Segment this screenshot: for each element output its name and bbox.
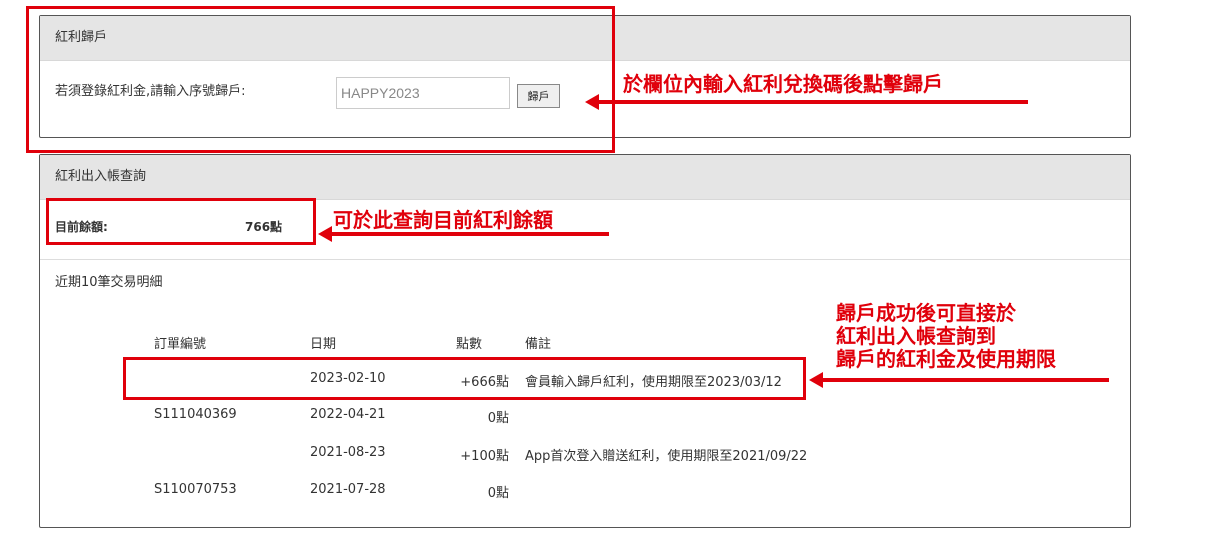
row-note: App首次登入贈送紅利，使用期限至2021/09/22	[525, 449, 808, 464]
ledger-tip-arrow-icon	[809, 372, 823, 388]
column-header-date: 日期	[310, 337, 337, 352]
row-points: +100點	[460, 449, 509, 464]
balance-tip-underline	[332, 232, 609, 236]
redeem-tip-arrow-icon	[585, 94, 599, 110]
balance-highlight-box	[46, 198, 316, 245]
balance-tip-arrow-icon	[318, 226, 332, 242]
row-order: S111040369	[154, 407, 237, 422]
column-header-note: 備註	[525, 337, 552, 352]
column-header-points: 點數	[456, 337, 483, 352]
row-highlight-box	[123, 357, 806, 400]
row-date: 2021-08-23	[310, 445, 386, 460]
recent-transactions-title: 近期10筆交易明細	[55, 275, 163, 290]
redeem-tip-arrow-line	[598, 100, 1028, 104]
row-points: 0點	[487, 411, 509, 426]
ledger-panel-title: 紅利出入帳查詢	[40, 155, 1130, 200]
row-order: S110070753	[154, 482, 237, 497]
redeem-tip-text: 於欄位內輸入紅利兌換碼後點擊歸戶	[623, 72, 943, 96]
balance-tip-text: 可於此查詢目前紅利餘額	[333, 208, 553, 232]
ledger-tip-line1: 歸戶成功後可直接於	[836, 301, 1016, 325]
ledger-tip-line2: 紅利出入帳查詢到	[836, 324, 996, 348]
redeem-highlight-box	[26, 6, 615, 153]
row-date: 2021-07-28	[310, 482, 386, 497]
column-header-order: 訂單編號	[154, 337, 207, 352]
row-date: 2022-04-21	[310, 407, 386, 422]
row-points: 0點	[487, 486, 509, 501]
ledger-tip-arrow-line	[822, 378, 1109, 382]
ledger-tip-line3: 歸戶的紅利金及使用期限	[836, 347, 1056, 371]
